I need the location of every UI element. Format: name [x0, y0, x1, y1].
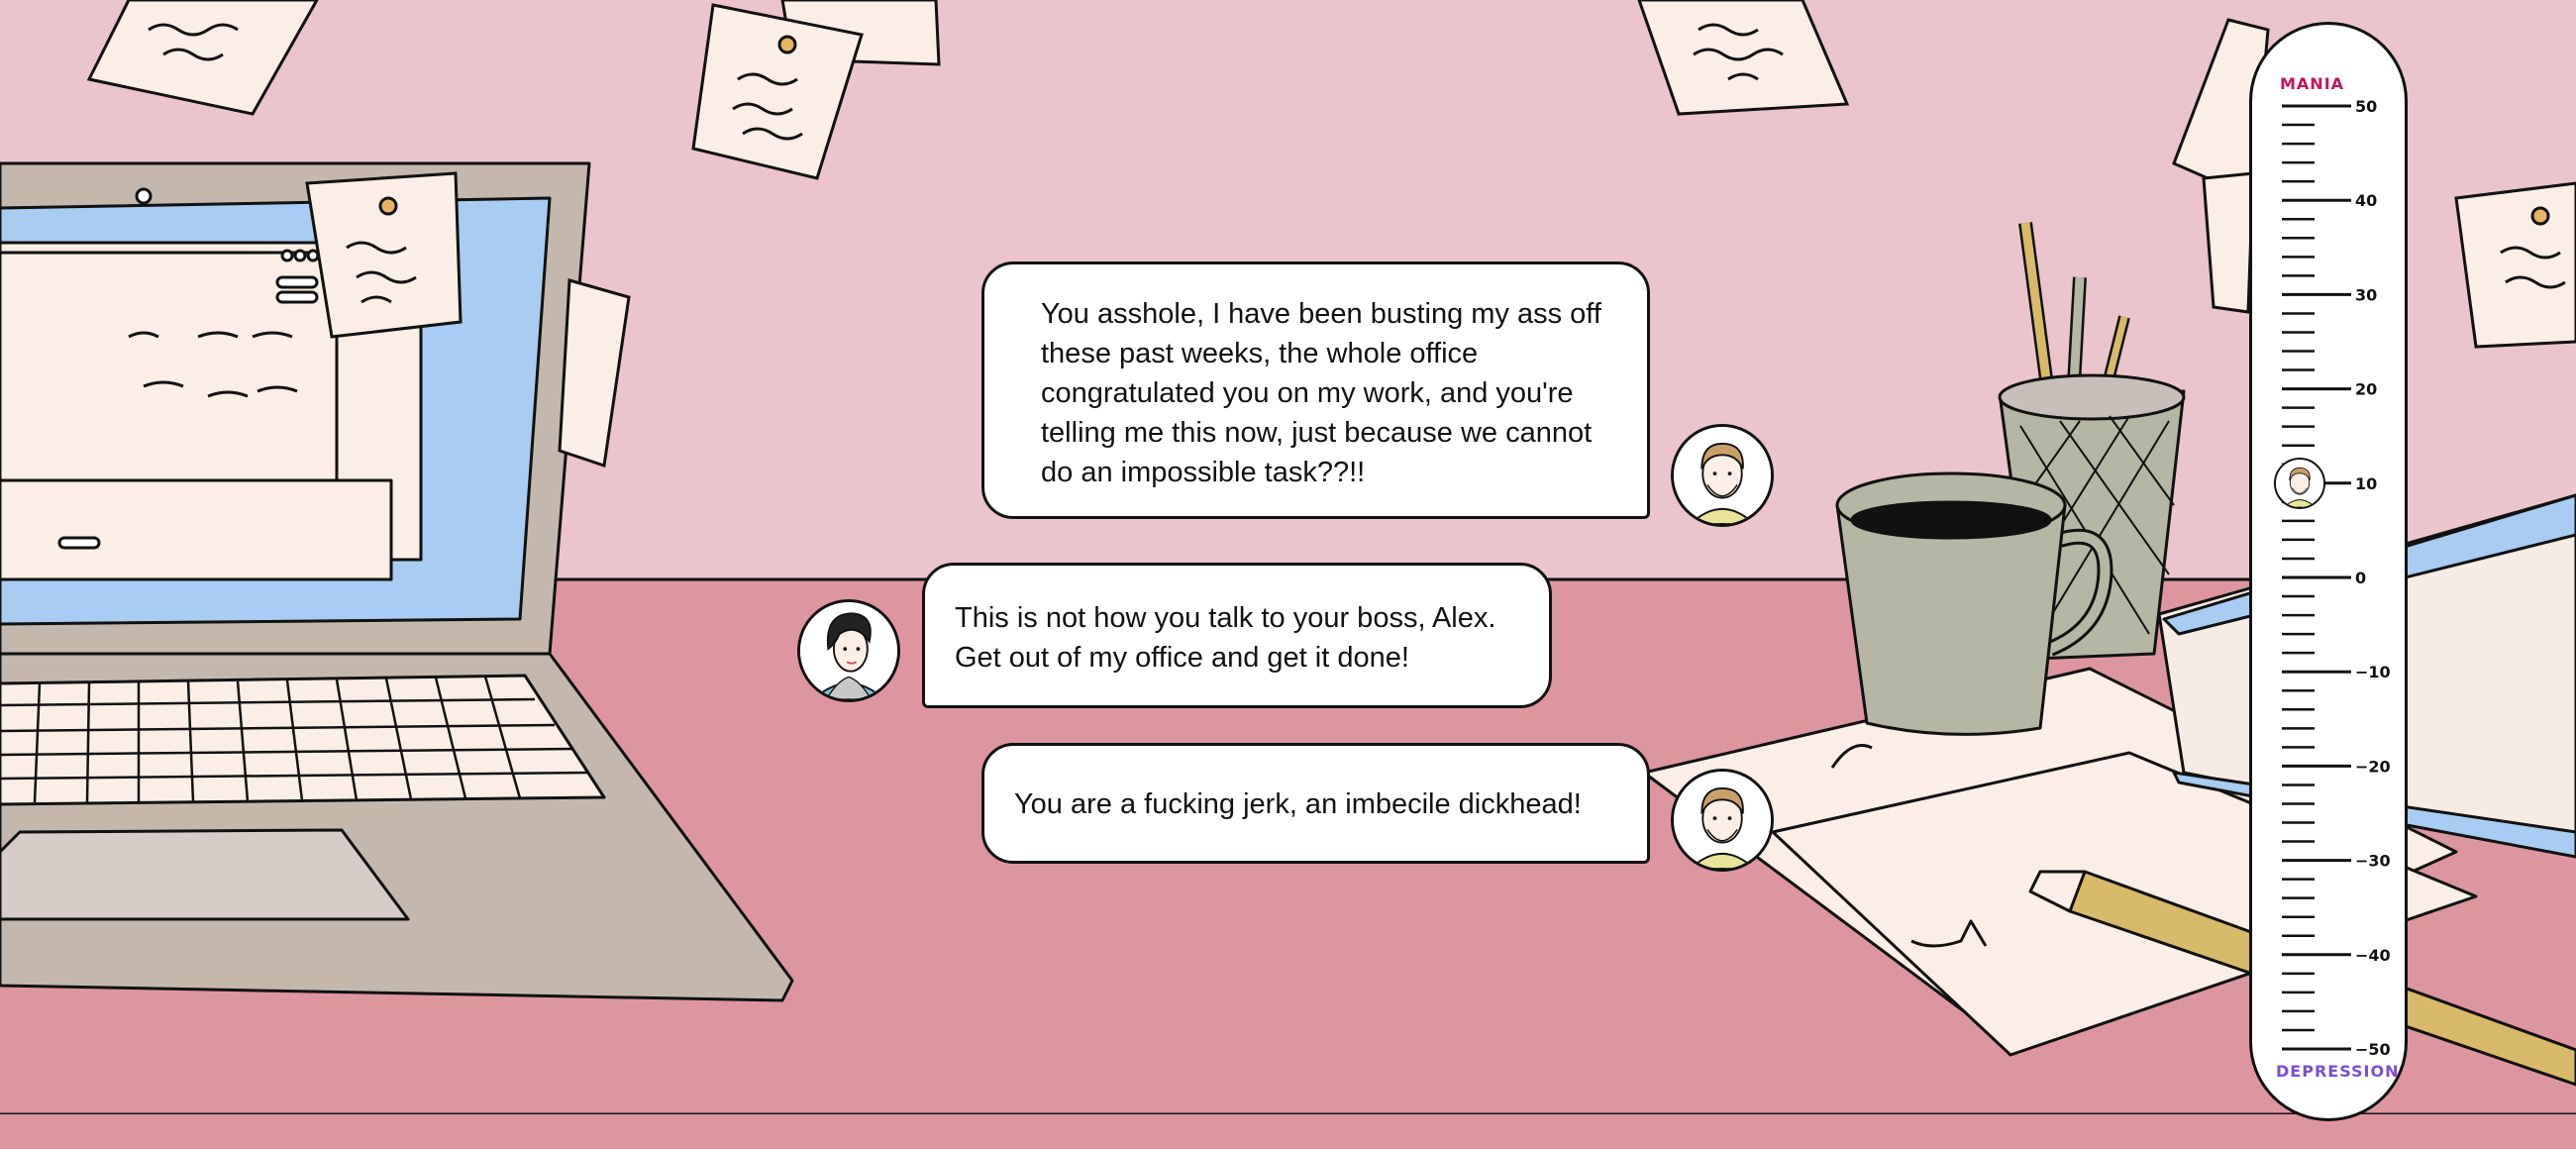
avatar: [1671, 769, 1774, 872]
meter-bottom-label: DEPRESSION: [2276, 1062, 2400, 1081]
meter-tick-label: 10: [2355, 474, 2377, 493]
meter-tick-label: −10: [2355, 663, 2391, 681]
meter-scale: 50 40 30 20 10 0 −10 −20 −30 −40 −50: [2282, 97, 2391, 1059]
dialogue-text: You are a fucking jerk, an imbecile dick…: [1014, 788, 1582, 820]
alex-portrait-icon: [1674, 772, 1771, 869]
meter-tick-label: −30: [2355, 852, 2391, 871]
boss-portrait-icon: [800, 602, 897, 699]
avatar: [797, 599, 900, 702]
alex-portrait-icon: [2276, 459, 2323, 507]
dialogue-text: This is not how you talk to your boss, A…: [955, 602, 1496, 674]
meter-tick-label: 50: [2355, 97, 2377, 116]
sticky-note: [305, 171, 463, 339]
meter-tick-label: −50: [2355, 1040, 2391, 1059]
alex-portrait-icon: [1674, 427, 1771, 524]
meter-tick-label: −40: [2355, 946, 2391, 965]
meter-tick-label: 0: [2355, 569, 2366, 587]
speech-bubble: This is not how you talk to your boss, A…: [922, 563, 1552, 708]
meter-tick-label: 20: [2355, 380, 2377, 399]
speech-bubble: You are a fucking jerk, an imbecile dick…: [981, 743, 1650, 864]
mood-meter: MANIA 50 40 30 20 10 0 −10 −20 −30 −40 −50 DEPRESS…: [2249, 22, 2408, 1121]
dialogue-text: You asshole, I have been busting my ass …: [1041, 298, 1601, 488]
mood-marker: [2274, 457, 2325, 509]
sticky-note: [2454, 181, 2576, 349]
meter-tick-label: −20: [2355, 757, 2391, 776]
meter-tick-label: 30: [2355, 285, 2377, 304]
avatar: [1671, 424, 1774, 527]
meter-tick-label: 40: [2355, 191, 2377, 210]
speech-bubble: You asshole, I have been busting my ass …: [981, 261, 1650, 519]
